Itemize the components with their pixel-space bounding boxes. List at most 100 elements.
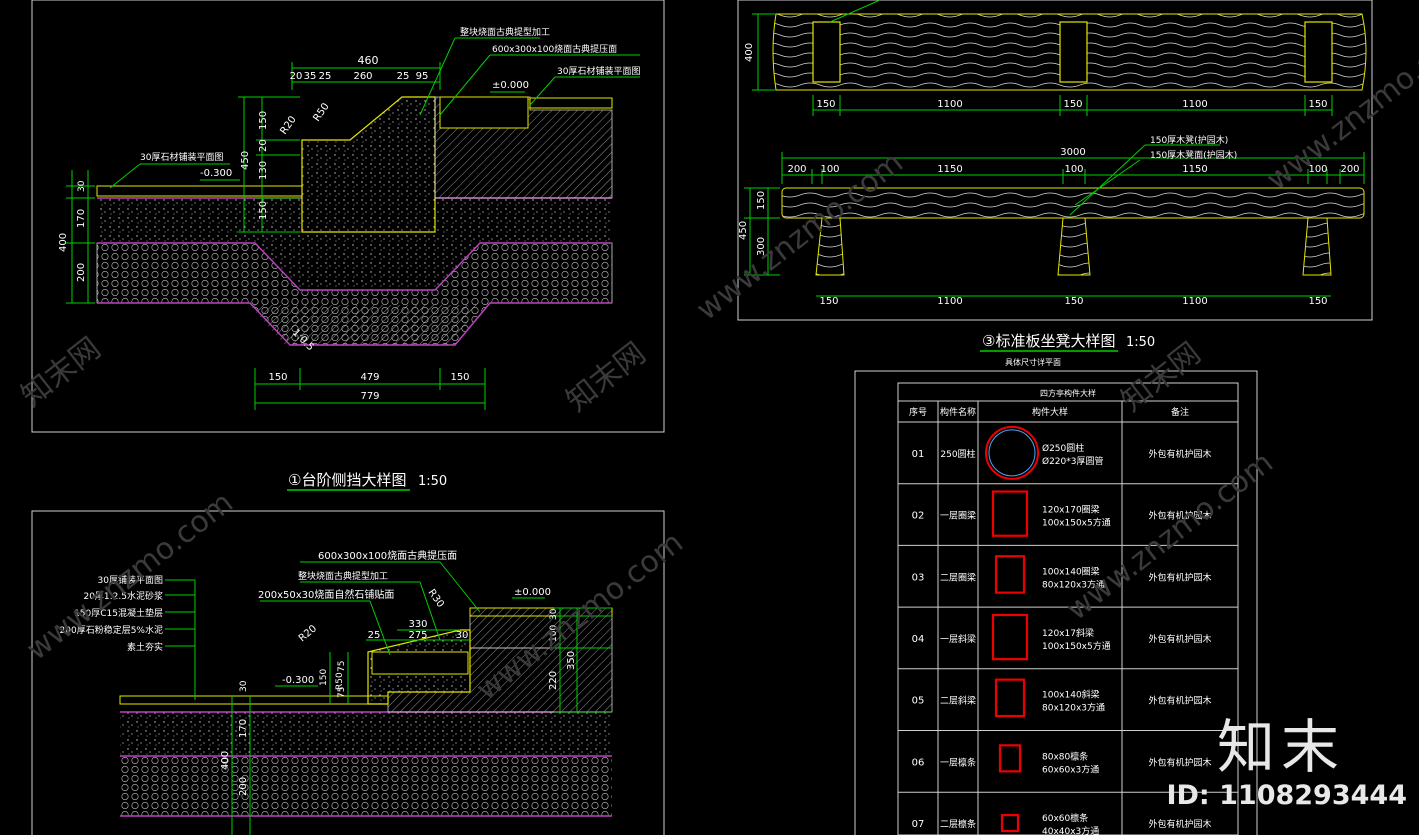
table-cell-name: 250圆柱 xyxy=(940,448,975,460)
detail-2-dim-330: 330 xyxy=(408,619,427,630)
detail-3-plan-leg-3 xyxy=(1304,21,1333,83)
detail-3-vdim-450: 450 xyxy=(738,221,749,240)
detail-2-note-2: 整块烧面古典提型加工 xyxy=(298,570,388,582)
detail-3-bdim-5: 150 xyxy=(1308,296,1327,307)
cad-drawing-canvas[interactable]: 460 20 35 25 260 25 95 整块烧面古典提型加工 600x30… xyxy=(0,0,1419,835)
detail-2-vdim-100: 100 xyxy=(549,625,559,642)
detail-3-edim-2: 100 xyxy=(820,164,839,175)
table-cell-spec2: 80x120x3方通 xyxy=(1042,578,1105,590)
detail-3-seat-board xyxy=(781,187,1365,219)
detail-3-edim-5: 1150 xyxy=(1182,164,1207,175)
detail-2-step-cap xyxy=(371,651,469,675)
table-row: 05 二层斜梁 100x140斜梁80x120x3方通 外包有机护园木 xyxy=(898,668,1238,718)
detail-1-radius-2: R50 xyxy=(311,101,331,123)
detail-1-vdim-20: 20 xyxy=(258,139,269,152)
table-cell-spec2: 40x40x3方通 xyxy=(1042,825,1099,835)
detail-2-step-hatch-upper xyxy=(469,607,613,649)
detail-3-leg-3 xyxy=(1302,217,1332,276)
detail-3-bdim-3: 150 xyxy=(1064,296,1083,307)
detail-3-bdim-2: 1100 xyxy=(937,296,962,307)
detail-1-vdim-150b: 150 xyxy=(258,201,269,220)
table-cell-spec2: 100x150x5方通 xyxy=(1042,517,1111,529)
detail-3-bdim-1: 150 xyxy=(819,296,838,307)
table-header-detail: 构件大样 xyxy=(1032,406,1068,418)
detail-3-note-2: 150厚木凳面(护园木) xyxy=(1150,149,1237,161)
detail-3-plan-dim-1: 150 xyxy=(816,99,835,110)
detail-1-vdim-150a: 150 xyxy=(258,111,269,130)
detail-3-plan-height: 400 xyxy=(744,43,755,62)
detail-1-dim-35: 35 xyxy=(304,71,317,82)
table-cell-spec2: 100x150x5方通 xyxy=(1042,640,1111,652)
detail-1-dim-20: 20 xyxy=(290,71,303,82)
detail-3-total: 3000 xyxy=(1060,147,1085,158)
table-cell-note: 外包有机护园木 xyxy=(1148,571,1211,583)
table-cell-note: 外包有机护园木 xyxy=(1148,448,1211,460)
detail-2-dim-25: 25 xyxy=(368,630,381,641)
detail-1-note-4: 30厚石材铺装平面图 xyxy=(140,151,223,163)
detail-2-step-section: 30厚铺装平面图 20厚1:2.5水泥砂浆 150厚C15混凝土垫层 200厚石… xyxy=(31,510,665,835)
detail-2-vdim-30: 30 xyxy=(549,608,559,620)
detail-3-plan-dim-5: 150 xyxy=(1308,99,1327,110)
image-id-label: ID: 1108293444 xyxy=(1166,780,1407,811)
table-cell-spec2: Ø220*3厚圆管 xyxy=(1042,455,1104,467)
table-cell-spec1: 100x140圈梁 xyxy=(1042,565,1100,577)
table-cell-note: 外包有机护园木 xyxy=(1148,695,1211,707)
detail-3-note-1: 150厚木凳(护园木) xyxy=(1150,134,1228,146)
detail-2-vdim-30b: 30 xyxy=(239,680,249,692)
detail-2-layer-2: 20厚1:2.5水泥砂浆 xyxy=(83,590,163,602)
detail-1-dimb-150a: 150 xyxy=(268,372,287,383)
table-row: 06 一层檩条 80x80檩条60x60x3方通 外包有机护园木 xyxy=(898,730,1238,775)
table-cell-spec1: 120x170圈梁 xyxy=(1042,504,1100,516)
detail-1-dim-25b: 25 xyxy=(397,71,410,82)
table-row: 01 250圆柱 Ø250圆柱Ø220*3厚圆管 外包有机护园木 xyxy=(912,425,1212,480)
detail-2-dim-30: 30 xyxy=(456,630,469,641)
table-cell-no: 07 xyxy=(912,819,925,830)
detail-3-plan-leg-2 xyxy=(1059,21,1088,83)
detail-1-vdim-30: 30 xyxy=(77,180,87,192)
table-header-no: 序号 xyxy=(909,406,927,418)
detail-3-plan-leg-1 xyxy=(812,21,841,83)
table-header-note: 备注 xyxy=(1171,406,1189,418)
detail-1-note-3: 30厚石材铺装平面图 xyxy=(557,65,640,77)
detail-3-edim-4: 100 xyxy=(1064,164,1083,175)
detail-3-leg-2 xyxy=(1057,217,1091,276)
table-cell-spec1: 60x60檩条 xyxy=(1042,812,1088,824)
table-cell-name: 二层斜梁 xyxy=(940,695,976,707)
detail-2-elev-low: -0.300 xyxy=(282,675,314,686)
table-cell-no: 06 xyxy=(912,757,925,768)
detail-1-step-top xyxy=(439,96,529,129)
table-cell-name: 一层斜梁 xyxy=(940,633,976,645)
detail-2-layer-3: 150厚C15混凝土垫层 xyxy=(74,607,163,619)
detail-2-vdim-75b: 75 xyxy=(337,687,347,698)
detail-1-scale: 1:50 xyxy=(418,474,447,489)
table-cell-no: 04 xyxy=(912,634,925,645)
detail-1-dim-25a: 25 xyxy=(319,71,332,82)
round-column-inner xyxy=(988,429,1036,477)
beam-section xyxy=(991,490,1029,537)
detail-3-plan-dim-3: 150 xyxy=(1063,99,1082,110)
detail-1-note-2: 600x300x100烧面古典提压面 xyxy=(492,43,617,55)
detail-2-stone-layer xyxy=(120,756,612,816)
component-table: 具体尺寸详平面 四方亭构件大样 序号 构件名称 构件大样 备注 01 250圆柱 Ø… xyxy=(854,357,1258,835)
detail-3-edim-1: 200 xyxy=(787,164,806,175)
detail-2-radius-2: R20 xyxy=(297,623,319,644)
table-cell-spec1: 100x140斜梁 xyxy=(1042,689,1100,701)
round-column-section xyxy=(985,425,1039,480)
beam-section xyxy=(1000,813,1020,833)
detail-1-step-side-retaining: 460 20 35 25 260 25 95 整块烧面古典提型加工 600x30… xyxy=(31,0,665,491)
detail-1-paving-strip xyxy=(96,185,303,197)
table-cell-note: 外包有机护园木 xyxy=(1148,510,1211,522)
table-cell-spec1: Ø250圆柱 xyxy=(1042,442,1084,454)
detail-2-vdim-150: 150 xyxy=(319,669,329,686)
table-subtitle: 四方亭构件大样 xyxy=(1040,388,1096,398)
detail-1-dimb-479: 479 xyxy=(360,372,379,383)
table-row: 02 一层圈梁 120x170圈梁100x150x5方通 外包有机护园木 xyxy=(898,483,1238,537)
table-cell-name: 二层圈梁 xyxy=(940,571,976,583)
table-cell-name: 二层檩条 xyxy=(940,818,976,830)
detail-1-vdim-400: 400 xyxy=(58,233,69,252)
table-cell-no: 05 xyxy=(912,696,925,707)
detail-2-layer-leader xyxy=(165,579,196,700)
detail-1-step-cap xyxy=(529,97,613,109)
detail-3-scale: 1:50 xyxy=(1126,335,1155,350)
detail-1-elev-top: ±0.000 xyxy=(492,80,529,91)
